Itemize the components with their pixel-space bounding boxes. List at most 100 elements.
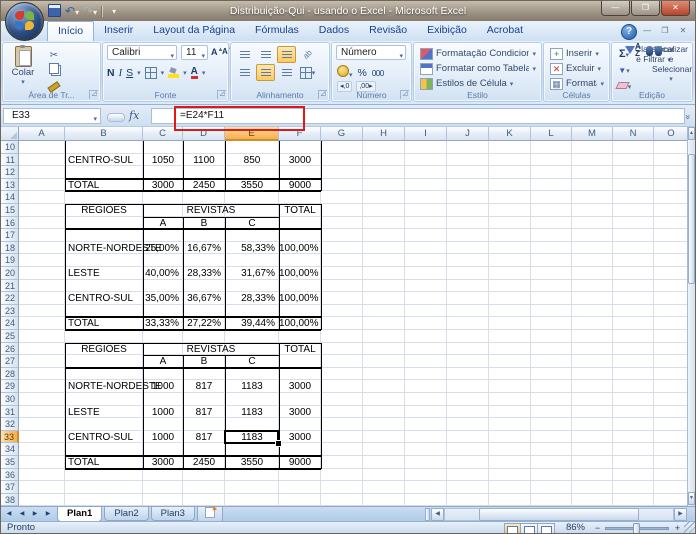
row-header-19[interactable]: 19 (1, 254, 19, 267)
align-top-button[interactable] (235, 46, 254, 63)
ribbon-tab-fórmulas[interactable]: Fórmulas (245, 21, 309, 41)
hscroll-left-icon[interactable]: ◀ (431, 508, 444, 521)
cell-E31[interactable]: 1183 (225, 406, 279, 419)
row-header-27[interactable]: 27 (1, 355, 19, 368)
number-format-combo[interactable]: Número ▾ (336, 45, 406, 60)
cell-D35[interactable]: 2450 (183, 456, 225, 469)
row-header-31[interactable]: 31 (1, 406, 19, 419)
insert-cells-button[interactable]: +Inserir▾ (548, 46, 606, 61)
column-header-K[interactable]: K (489, 127, 531, 141)
sheet-tab-plan2[interactable]: Plan2 (104, 507, 148, 521)
font-name-combo[interactable]: Calibri ▾ (107, 45, 177, 60)
row-header-32[interactable]: 32 (1, 418, 19, 431)
cell-C13[interactable]: 3000 (143, 179, 183, 192)
cell-C20[interactable]: 40,00% (143, 267, 183, 280)
row-header-24[interactable]: 24 (1, 317, 19, 330)
workbook-close-button[interactable]: ✕ (675, 25, 691, 37)
delete-cells-button[interactable]: ✕Excluir▾ (548, 61, 606, 76)
cell-B33[interactable]: CENTRO-SUL (65, 431, 143, 444)
cell-E22[interactable]: 28,33% (225, 292, 279, 305)
cell-B24[interactable]: TOTAL (65, 317, 143, 330)
cell-C11[interactable]: 1050 (143, 154, 183, 167)
cell-D29[interactable]: 817 (183, 380, 225, 393)
column-header-N[interactable]: N (613, 127, 654, 141)
row-header-26[interactable]: 26 (1, 343, 19, 356)
sheet-tab-plan3[interactable]: Plan3 (151, 507, 195, 521)
row-header-15[interactable]: 15 (1, 204, 19, 217)
align-center-button[interactable] (256, 64, 275, 81)
zoom-in-icon[interactable]: + (672, 523, 683, 534)
cell-B11[interactable]: CENTRO-SUL (65, 154, 143, 167)
cell-C33[interactable]: 1000 (143, 431, 183, 444)
column-header-L[interactable]: L (531, 127, 572, 141)
column-header-J[interactable]: J (447, 127, 489, 141)
redo-button[interactable]: ↷▾ (83, 4, 97, 19)
cell-D20[interactable]: 28,33% (183, 267, 225, 280)
cell-C24[interactable]: 33,33% (143, 317, 183, 330)
column-header-G[interactable]: G (321, 127, 363, 141)
expand-formula-bar-icon[interactable]: « (682, 111, 696, 123)
row-header-13[interactable]: 13 (1, 179, 19, 192)
cell-B31[interactable]: LESTE (65, 406, 143, 419)
fill-color-dropdown-icon[interactable]: ▾ (183, 69, 187, 77)
cell-E35[interactable]: 3550 (225, 456, 279, 469)
column-header-O[interactable]: O (654, 127, 689, 141)
cell-E11[interactable]: 850 (225, 154, 279, 167)
row-header-17[interactable]: 17 (1, 229, 19, 242)
row-header-11[interactable]: 11 (1, 154, 19, 167)
select-all-corner[interactable] (1, 127, 19, 141)
help-button[interactable]: ? (621, 24, 637, 40)
ribbon-tab-exibição[interactable]: Exibição (417, 21, 477, 41)
percent-style-button[interactable]: % (358, 67, 367, 79)
cell-F35[interactable]: 9000 (279, 456, 321, 469)
format-as-table-button[interactable]: Formatar como Tabela▾ (418, 61, 538, 76)
next-sheet-button[interactable]: ▶ (29, 508, 41, 520)
cell-F11[interactable]: 3000 (279, 154, 321, 167)
copy-button[interactable] (45, 63, 63, 77)
ribbon-tab-revisão[interactable]: Revisão (359, 21, 417, 41)
fill-handle[interactable] (275, 440, 282, 447)
cell-C29[interactable]: 1000 (143, 380, 183, 393)
cell-F13[interactable]: 9000 (279, 179, 321, 192)
ribbon-tab-acrobat[interactable]: Acrobat (477, 21, 533, 41)
cell-F31[interactable]: 3000 (279, 406, 321, 419)
cell-B13[interactable]: TOTAL (65, 179, 143, 192)
horizontal-split-handle[interactable] (425, 508, 430, 521)
vertical-scrollbar[interactable]: ▲ ▼ (687, 127, 695, 506)
view-page-layout-button[interactable] (521, 523, 538, 534)
row-header-36[interactable]: 36 (1, 469, 19, 482)
underline-button[interactable]: S (126, 67, 133, 79)
cells-layer[interactable]: CENTRO-SUL105011008503000TOTAL3000245035… (19, 141, 689, 507)
row-header-12[interactable]: 12 (1, 166, 19, 179)
cell-C18[interactable]: 25,00% (143, 242, 183, 255)
cell-F20[interactable]: 100,00% (279, 267, 321, 280)
underline-dropdown-icon[interactable]: ▾ (137, 69, 141, 77)
conditional-formatting-button[interactable]: Formatação Condicional▾ (418, 46, 538, 61)
cell-B29[interactable]: NORTE-NORDESTE (65, 380, 143, 393)
zoom-out-icon[interactable]: − (592, 523, 603, 534)
row-header-18[interactable]: 18 (1, 242, 19, 255)
cell-D11[interactable]: 1100 (183, 154, 225, 167)
merge-center-button[interactable]: ▾ (298, 64, 317, 81)
office-button[interactable] (5, 2, 44, 41)
zoom-slider-thumb[interactable] (633, 523, 640, 534)
view-normal-button[interactable] (504, 523, 521, 534)
name-box[interactable]: E33 ▾ (3, 108, 101, 124)
cell-D24[interactable]: 27,22% (183, 317, 225, 330)
row-header-29[interactable]: 29 (1, 380, 19, 393)
cell-B18[interactable]: NORTE-NORDESTE (65, 242, 143, 255)
cell-F22[interactable]: 100,00% (279, 292, 321, 305)
cell-C15[interactable]: REVISTAS (143, 204, 279, 217)
last-sheet-button[interactable]: ▶ (42, 508, 54, 520)
vertical-scroll-thumb[interactable] (688, 154, 695, 284)
column-header-B[interactable]: B (65, 127, 143, 141)
zoom-level[interactable]: 86% (566, 522, 585, 534)
column-header-H[interactable]: H (363, 127, 405, 141)
align-right-button[interactable] (277, 64, 296, 81)
row-header-38[interactable]: 38 (1, 494, 19, 507)
ribbon-tab-layout-da-página[interactable]: Layout da Página (143, 21, 245, 41)
cell-B35[interactable]: TOTAL (65, 456, 143, 469)
cell-F15[interactable]: TOTAL (279, 204, 321, 217)
cell-D27[interactable]: B (183, 355, 225, 368)
view-page-break-button[interactable] (538, 523, 555, 534)
